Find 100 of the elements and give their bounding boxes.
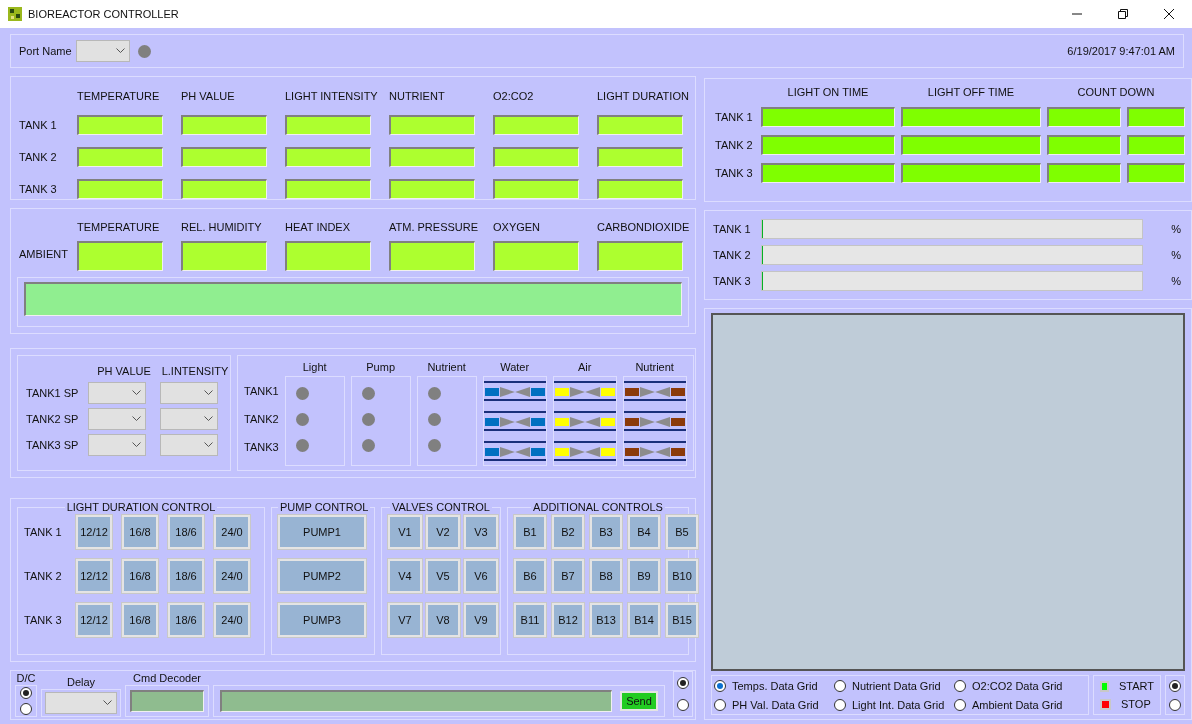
additional-control-button[interactable]: B15 bbox=[666, 603, 698, 637]
reading-field[interactable] bbox=[285, 115, 371, 135]
message-field[interactable] bbox=[24, 282, 682, 316]
column-header: TEMPERATURE bbox=[77, 89, 160, 103]
send-button[interactable]: Send bbox=[620, 691, 658, 711]
valve-button[interactable]: V7 bbox=[388, 603, 422, 637]
light-duration-button[interactable]: 18/6 bbox=[168, 603, 204, 637]
additional-control-button[interactable]: B5 bbox=[666, 515, 698, 549]
reading-field[interactable] bbox=[597, 241, 683, 271]
additional-control-button[interactable]: B4 bbox=[628, 515, 660, 549]
valve-button[interactable]: V1 bbox=[388, 515, 422, 549]
reading-field[interactable] bbox=[285, 147, 371, 167]
reading-field[interactable] bbox=[493, 115, 579, 135]
time-field[interactable] bbox=[1127, 107, 1185, 127]
light-duration-button[interactable]: 12/12 bbox=[76, 603, 112, 637]
time-field[interactable] bbox=[1047, 135, 1121, 155]
additional-control-button[interactable]: B2 bbox=[552, 515, 584, 549]
time-field[interactable] bbox=[761, 163, 895, 183]
valve-button[interactable]: V5 bbox=[426, 559, 460, 593]
pump-button[interactable]: PUMP1 bbox=[278, 515, 366, 549]
valve-button[interactable]: V2 bbox=[426, 515, 460, 549]
percent-label: % bbox=[1170, 222, 1181, 236]
reading-field[interactable] bbox=[493, 241, 579, 271]
pump-button[interactable]: PUMP3 bbox=[278, 603, 366, 637]
radio-button[interactable] bbox=[834, 698, 846, 711]
radio-button[interactable] bbox=[677, 677, 689, 689]
additional-control-button[interactable]: B3 bbox=[590, 515, 622, 549]
reading-field[interactable] bbox=[389, 115, 475, 135]
additional-control-button[interactable]: B7 bbox=[552, 559, 584, 593]
time-field[interactable] bbox=[1047, 163, 1121, 183]
row-label: TANK 2 bbox=[715, 138, 754, 152]
time-field[interactable] bbox=[901, 107, 1041, 127]
time-field[interactable] bbox=[1127, 135, 1185, 155]
additional-control-button[interactable]: B8 bbox=[590, 559, 622, 593]
reading-field[interactable] bbox=[285, 241, 371, 271]
reading-field[interactable] bbox=[181, 179, 267, 199]
reading-field[interactable] bbox=[493, 179, 579, 199]
time-field[interactable] bbox=[761, 135, 895, 155]
light-duration-button[interactable]: 16/8 bbox=[122, 559, 158, 593]
radio-button[interactable] bbox=[20, 703, 32, 715]
light-duration-button[interactable]: 16/8 bbox=[122, 603, 158, 637]
valve-button[interactable]: V8 bbox=[426, 603, 460, 637]
time-field[interactable] bbox=[901, 163, 1041, 183]
valve-button[interactable]: V4 bbox=[388, 559, 422, 593]
time-field[interactable] bbox=[761, 107, 895, 127]
reading-field[interactable] bbox=[597, 179, 683, 199]
reading-field[interactable] bbox=[389, 179, 475, 199]
additional-control-button[interactable]: B6 bbox=[514, 559, 546, 593]
radio-button[interactable] bbox=[677, 699, 689, 711]
additional-control-button[interactable]: B12 bbox=[552, 603, 584, 637]
additional-control-button[interactable]: B11 bbox=[514, 603, 546, 637]
radio-button[interactable] bbox=[20, 687, 32, 699]
radio-button[interactable] bbox=[954, 698, 966, 711]
additional-control-button[interactable]: B9 bbox=[628, 559, 660, 593]
reading-field[interactable] bbox=[77, 241, 163, 271]
light-duration-button[interactable]: 18/6 bbox=[168, 559, 204, 593]
row-label: AMBIENT bbox=[19, 247, 68, 261]
decoder-field[interactable] bbox=[130, 690, 204, 712]
radio-button[interactable] bbox=[834, 679, 846, 692]
column-header: O2:CO2 bbox=[493, 89, 534, 103]
command-field[interactable] bbox=[220, 690, 612, 712]
row-label: TANK 3 bbox=[24, 613, 63, 627]
reading-field[interactable] bbox=[389, 241, 475, 271]
additional-control-button[interactable]: B13 bbox=[590, 603, 622, 637]
radio-label: Temps. Data Grid bbox=[732, 678, 818, 693]
light-duration-button[interactable]: 12/12 bbox=[76, 559, 112, 593]
light-duration-button[interactable]: 18/6 bbox=[168, 515, 204, 549]
radio-button[interactable] bbox=[1169, 698, 1181, 711]
light-duration-button[interactable]: 16/8 bbox=[122, 515, 158, 549]
additional-control-button[interactable]: B10 bbox=[666, 559, 698, 593]
valve-button[interactable]: V9 bbox=[464, 603, 498, 637]
reading-field[interactable] bbox=[597, 115, 683, 135]
reading-field[interactable] bbox=[389, 147, 475, 167]
reading-field[interactable] bbox=[77, 115, 163, 135]
light-duration-button[interactable]: 24/0 bbox=[214, 559, 250, 593]
time-field[interactable] bbox=[901, 135, 1041, 155]
light-duration-button[interactable]: 24/0 bbox=[214, 603, 250, 637]
row-label: TANK 2 bbox=[19, 150, 57, 164]
radio-button[interactable] bbox=[714, 698, 726, 711]
radio-button[interactable] bbox=[714, 679, 726, 692]
valve-button[interactable]: V6 bbox=[464, 559, 498, 593]
reading-field[interactable] bbox=[493, 147, 579, 167]
reading-field[interactable] bbox=[285, 179, 371, 199]
reading-field[interactable] bbox=[77, 179, 163, 199]
reading-field[interactable] bbox=[77, 147, 163, 167]
radio-button[interactable] bbox=[954, 679, 966, 692]
time-field[interactable] bbox=[1127, 163, 1185, 183]
reading-field[interactable] bbox=[181, 241, 267, 271]
additional-control-button[interactable]: B1 bbox=[514, 515, 546, 549]
light-duration-button[interactable]: 12/12 bbox=[76, 515, 112, 549]
radio-button[interactable] bbox=[1169, 679, 1181, 692]
reading-field[interactable] bbox=[181, 147, 267, 167]
pump-button[interactable]: PUMP2 bbox=[278, 559, 366, 593]
reading-field[interactable] bbox=[181, 115, 267, 135]
reading-field[interactable] bbox=[597, 147, 683, 167]
time-field[interactable] bbox=[1047, 107, 1121, 127]
valve-button[interactable]: V3 bbox=[464, 515, 498, 549]
additional-control-button[interactable]: B14 bbox=[628, 603, 660, 637]
date-time: 6/19/2017 9:47:01 AM bbox=[1067, 44, 1175, 58]
light-duration-button[interactable]: 24/0 bbox=[214, 515, 250, 549]
